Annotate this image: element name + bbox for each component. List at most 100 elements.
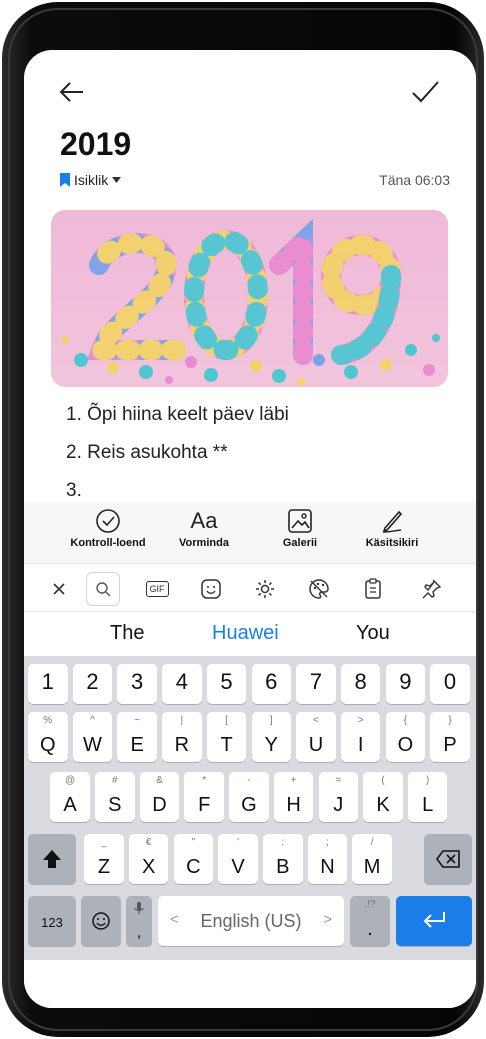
navigation-area — [24, 960, 476, 1008]
key-y[interactable]: ] Y — [251, 712, 291, 762]
key-o[interactable]: {O — [385, 712, 426, 762]
gif-icon[interactable]: GIF — [142, 574, 172, 604]
key-a[interactable]: @ A — [50, 772, 90, 822]
settings-gear-icon[interactable] — [250, 574, 280, 604]
key-secondary-label: { — [403, 715, 408, 726]
key-b[interactable]: :B — [263, 834, 303, 884]
note-date: Täna 06:03 — [379, 172, 450, 188]
key-3[interactable]: 3 — [117, 664, 157, 704]
key-t[interactable]: [T — [206, 712, 247, 762]
key-s[interactable]: # S — [95, 772, 135, 822]
key-0[interactable]: 0 — [430, 664, 470, 704]
key-label: E — [130, 734, 144, 756]
key-label: M — [363, 856, 381, 878]
shift-key[interactable] — [28, 834, 76, 884]
sticker-icon[interactable] — [196, 574, 226, 604]
key-4[interactable]: 4 — [162, 664, 202, 704]
key-w[interactable]: ^ W — [72, 712, 113, 762]
language-next-icon: > — [323, 911, 332, 928]
key-r[interactable]: | R — [162, 712, 202, 762]
key-2[interactable]: 2 — [72, 664, 113, 704]
key-l[interactable]: ) L — [407, 772, 448, 822]
list-item[interactable]: 3. — [66, 480, 82, 502]
suggestion-right[interactable]: You — [356, 622, 390, 645]
key-secondary-label: > — [357, 715, 364, 726]
key-label: W — [82, 734, 102, 756]
space-bar[interactable]: English (US) < > — [158, 896, 344, 946]
search-icon[interactable] — [86, 572, 120, 606]
key-m[interactable]: / M — [352, 834, 392, 884]
key-secondary-label: + — [290, 775, 297, 786]
gallery-button[interactable]: Galerii — [250, 508, 350, 549]
key-p[interactable]: } P — [430, 712, 470, 762]
key-q[interactable]: % Q — [28, 712, 68, 762]
key-6[interactable]: 6 — [251, 664, 291, 704]
key-label: I — [357, 734, 364, 756]
key-label: F — [198, 794, 211, 816]
back-arrow-icon[interactable] — [58, 78, 86, 106]
key-label: C — [186, 856, 201, 878]
category-label: Isiklik — [74, 172, 109, 188]
category-selector[interactable]: Isiklik — [60, 172, 122, 188]
key-f[interactable]: * F — [184, 772, 224, 822]
theme-palette-icon[interactable] — [304, 574, 334, 604]
key-7[interactable]: 7 — [296, 664, 336, 704]
note-tools-bar: Kontroll-loend Aa Vorminda Galerii Käsit… — [24, 502, 476, 564]
punctuation-key[interactable]: ,!?. — [350, 896, 390, 946]
key-1[interactable]: 1 — [28, 664, 68, 704]
mic-key[interactable]: , — [126, 896, 152, 946]
suggestion-middle[interactable]: Huawei — [212, 622, 279, 645]
enter-key[interactable] — [396, 896, 472, 946]
key-k[interactable]: (K — [363, 772, 403, 822]
numbers-mode-key[interactable]: 123 — [28, 896, 76, 946]
key-secondary-label: @ — [65, 775, 76, 786]
key-secondary-label: / — [370, 837, 374, 848]
key-u[interactable]: < U — [296, 712, 336, 762]
pin-icon[interactable] — [416, 574, 446, 604]
suggestion-left[interactable]: The — [110, 622, 144, 645]
key-z[interactable]: _ Z — [84, 834, 124, 884]
key-label: L — [422, 794, 434, 816]
image-icon — [288, 509, 312, 533]
gallery-label: Galerii — [282, 537, 318, 549]
key-9[interactable]: 9 — [385, 664, 426, 704]
close-icon[interactable] — [44, 574, 74, 604]
key-label: 2 — [86, 669, 99, 694]
handwriting-button[interactable]: Käsitsikiri — [342, 508, 442, 549]
key-label: 3 — [131, 669, 144, 694]
key-label: Z — [97, 856, 111, 878]
key-e[interactable]: ~ E — [117, 712, 157, 762]
list-item[interactable]: 1. Õpi hiina keelt päev läbi — [66, 404, 289, 426]
key-n[interactable]: ; N — [307, 834, 348, 884]
key-j[interactable]: = J — [318, 772, 359, 822]
key-h[interactable]: + H — [273, 772, 314, 822]
checklist-label: Kontroll-loend — [70, 537, 146, 549]
key-label: G — [241, 794, 257, 816]
key-c[interactable]: " C — [173, 834, 214, 884]
key-secondary-label: [ — [225, 715, 228, 726]
key-v[interactable]: ' V — [218, 834, 258, 884]
list-item[interactable]: 2. Reis asukohta ** — [66, 442, 228, 464]
note-title[interactable]: 2019 — [60, 126, 131, 163]
key-label: V — [231, 856, 245, 878]
key-5[interactable]: 5 — [206, 664, 247, 704]
clipboard-icon[interactable] — [358, 574, 388, 604]
key-d[interactable]: & D — [139, 772, 180, 822]
screen: 2019 Isiklik Täna 06:03 1. Õpi hiina kee… — [24, 50, 476, 1008]
pen-icon — [382, 510, 403, 533]
key-secondary-label: = — [335, 775, 342, 786]
key-i[interactable]: > I — [340, 712, 381, 762]
key-x[interactable]: € X — [128, 834, 169, 884]
format-button[interactable]: Aa Vorminda — [154, 508, 254, 549]
note-image[interactable] — [51, 210, 448, 387]
backspace-key[interactable] — [424, 834, 472, 884]
emoji-key[interactable] — [81, 896, 121, 946]
checkmark-icon[interactable] — [410, 78, 440, 106]
key-secondary-label: * — [202, 775, 207, 786]
dropdown-arrow-icon — [112, 177, 122, 183]
key-8[interactable]: 8 — [340, 664, 381, 704]
key-label: O — [397, 734, 414, 756]
key-label: Q — [39, 734, 56, 756]
checklist-button[interactable]: Kontroll-loend — [58, 508, 158, 549]
key-g[interactable]: -G — [229, 772, 269, 822]
